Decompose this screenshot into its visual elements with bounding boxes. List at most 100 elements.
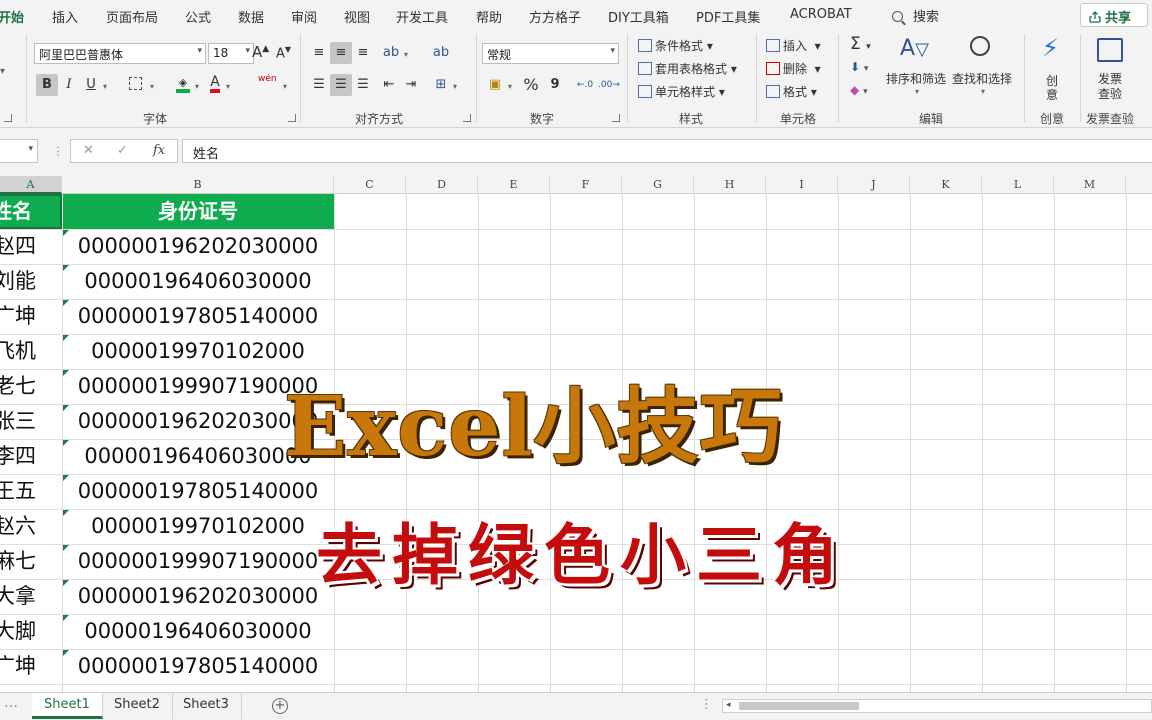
name-cell[interactable]: 广坤 — [0, 299, 62, 334]
autosum-button[interactable]: Σ ▾ — [850, 34, 871, 54]
phonetic-guide-button[interactable]: wén — [258, 74, 277, 84]
scrollbar-thumb[interactable] — [739, 702, 859, 710]
align-bottom-icon[interactable]: ≡ — [352, 42, 374, 64]
sheet-tab-2[interactable]: Sheet2 — [102, 693, 173, 719]
bold-button[interactable]: B — [36, 74, 58, 96]
font-size-select[interactable]: 18 ▾ — [208, 43, 254, 64]
chevron-down-icon[interactable]: ▾ — [508, 82, 512, 91]
chevron-down-icon[interactable]: ▾ — [226, 82, 230, 91]
decrease-decimal-icon[interactable]: .00→ — [598, 74, 620, 96]
alignment-dialog-launcher[interactable] — [463, 114, 471, 122]
chevron-down-icon[interactable]: ▾ — [195, 82, 199, 91]
chevron-down-icon[interactable]: ▾ — [103, 82, 107, 91]
id-number-cell[interactable]: 000000197805140000 — [62, 474, 334, 509]
chevron-down-icon[interactable]: ▾ — [404, 50, 408, 59]
tab-pdf-tools[interactable]: PDF工具集 — [696, 7, 760, 26]
name-cell[interactable]: 广坤 — [0, 649, 62, 684]
tab-developer[interactable]: 开发工具 — [396, 7, 448, 26]
fill-color-button[interactable]: ◈ — [172, 72, 194, 94]
merge-center-icon[interactable]: ⊞ — [430, 74, 452, 96]
text-orientation-icon[interactable]: ab — [380, 42, 402, 64]
align-left-icon[interactable]: ☰ — [308, 74, 330, 96]
name-cell[interactable]: 麻七 — [0, 544, 62, 579]
tab-review[interactable]: 审阅 — [291, 7, 317, 26]
chevron-down-icon[interactable]: ▾ — [283, 82, 287, 91]
borders-button[interactable] — [124, 74, 146, 96]
conditional-formatting-button[interactable]: 条件格式 ▾ — [638, 37, 713, 54]
chevron-down-icon[interactable]: ▾ — [150, 82, 154, 91]
scroll-left-icon[interactable]: ◂ — [726, 700, 731, 710]
column-header-e[interactable]: E — [478, 176, 550, 194]
decrease-indent-icon[interactable]: ⇤ — [378, 74, 400, 96]
id-number-cell[interactable]: 000000199907190000 — [62, 544, 334, 579]
name-cell[interactable]: 李四 — [0, 439, 62, 474]
align-middle-icon[interactable]: ≡ — [330, 42, 352, 64]
scroll-split-handle[interactable]: ⋮ — [700, 697, 713, 712]
tab-page-layout[interactable]: 页面布局 — [106, 7, 158, 26]
id-number-cell[interactable]: 000000196202030000 — [62, 229, 334, 264]
align-right-icon[interactable]: ☰ — [352, 74, 374, 96]
tab-insert[interactable]: 插入 — [52, 7, 78, 26]
enter-icon[interactable]: ✓ — [117, 143, 128, 158]
error-indicator-triangle-icon[interactable] — [63, 650, 69, 656]
tab-data[interactable]: 数据 — [238, 7, 264, 26]
clear-button[interactable]: ◆ ▾ — [850, 83, 868, 97]
error-indicator-triangle-icon[interactable] — [63, 440, 69, 446]
id-number-cell[interactable]: 0000019970102000 — [62, 509, 334, 544]
comma-style-button[interactable]: 9 — [544, 74, 566, 96]
share-button[interactable]: 共享 — [1080, 3, 1148, 27]
column-header-b[interactable]: B — [62, 176, 334, 194]
fill-button[interactable]: ⬇ ▾ — [850, 60, 868, 74]
number-format-select[interactable]: 常规 ▾ — [482, 43, 619, 64]
chevron-down-icon[interactable]: ▾ — [453, 82, 457, 91]
font-name-select[interactable]: 阿里巴巴普惠体 ▾ — [34, 43, 206, 64]
name-cell[interactable]: 刘能 — [0, 264, 62, 299]
error-indicator-triangle-icon[interactable] — [63, 545, 69, 551]
column-header-j[interactable]: J — [838, 176, 910, 194]
error-indicator-triangle-icon[interactable] — [63, 510, 69, 516]
format-as-table-button[interactable]: 套用表格格式 ▾ — [638, 60, 737, 77]
column-header-d[interactable]: D — [406, 176, 478, 194]
sheet-tab-3[interactable]: Sheet3 — [171, 693, 242, 719]
name-cell[interactable]: 赵四 — [0, 229, 62, 264]
column-header-h[interactable]: H — [694, 176, 766, 194]
invoice-check-icon[interactable] — [1097, 38, 1123, 65]
align-center-icon[interactable]: ☰ — [330, 74, 352, 96]
column-header-m[interactable]: M — [1054, 176, 1126, 194]
name-cell[interactable]: 老七 — [0, 369, 62, 404]
number-dialog-launcher[interactable] — [612, 114, 620, 122]
font-dialog-launcher[interactable] — [288, 114, 296, 122]
format-cells-button[interactable]: 格式 ▾ — [766, 83, 817, 100]
tab-formulas[interactable]: 公式 — [185, 7, 211, 26]
delete-cells-button[interactable]: 删除 ▾ — [766, 60, 821, 77]
id-number-cell[interactable]: 000000196202030000 — [62, 579, 334, 614]
invoice-check-label-2[interactable]: 查验 — [1098, 85, 1122, 102]
horizontal-scrollbar[interactable]: ◂ — [722, 699, 1152, 713]
name-box[interactable]: ▾ — [0, 139, 38, 163]
tab-acrobat[interactable]: ACROBAT — [790, 7, 852, 22]
chevron-down-icon[interactable]: ▾ — [981, 87, 985, 96]
name-cell[interactable]: 飞机 — [0, 334, 62, 369]
error-indicator-triangle-icon[interactable] — [63, 300, 69, 306]
sheet-nav-dots[interactable]: … — [4, 695, 18, 711]
find-select-icon[interactable] — [970, 36, 990, 59]
name-cell[interactable]: 王五 — [0, 474, 62, 509]
cancel-icon[interactable]: ✕ — [83, 143, 94, 158]
search-box[interactable]: 搜索 — [892, 6, 939, 25]
increase-indent-icon[interactable]: ⇥ — [400, 74, 422, 96]
sort-filter-icon[interactable]: A▽ — [900, 36, 929, 61]
creative-label-2[interactable]: 意 — [1046, 86, 1058, 103]
column-header-f[interactable]: F — [550, 176, 622, 194]
wrap-text-icon[interactable]: ab — [430, 42, 452, 64]
column-header-k[interactable]: K — [910, 176, 982, 194]
tab-view[interactable]: 视图 — [344, 7, 370, 26]
lightning-icon[interactable]: ⚡ — [1042, 34, 1059, 62]
shrink-font-button[interactable]: A▼ — [276, 45, 291, 61]
font-color-button[interactable]: A — [204, 72, 226, 94]
id-number-cell[interactable]: 000000197805140000 — [62, 649, 334, 684]
grow-font-button[interactable]: A▲ — [252, 43, 269, 61]
id-number-cell[interactable]: 000000197805140000 — [62, 299, 334, 334]
find-select-label[interactable]: 查找和选择 — [952, 70, 1012, 87]
underline-button[interactable]: U — [80, 74, 102, 96]
cell-styles-button[interactable]: 单元格样式 ▾ — [638, 83, 725, 100]
